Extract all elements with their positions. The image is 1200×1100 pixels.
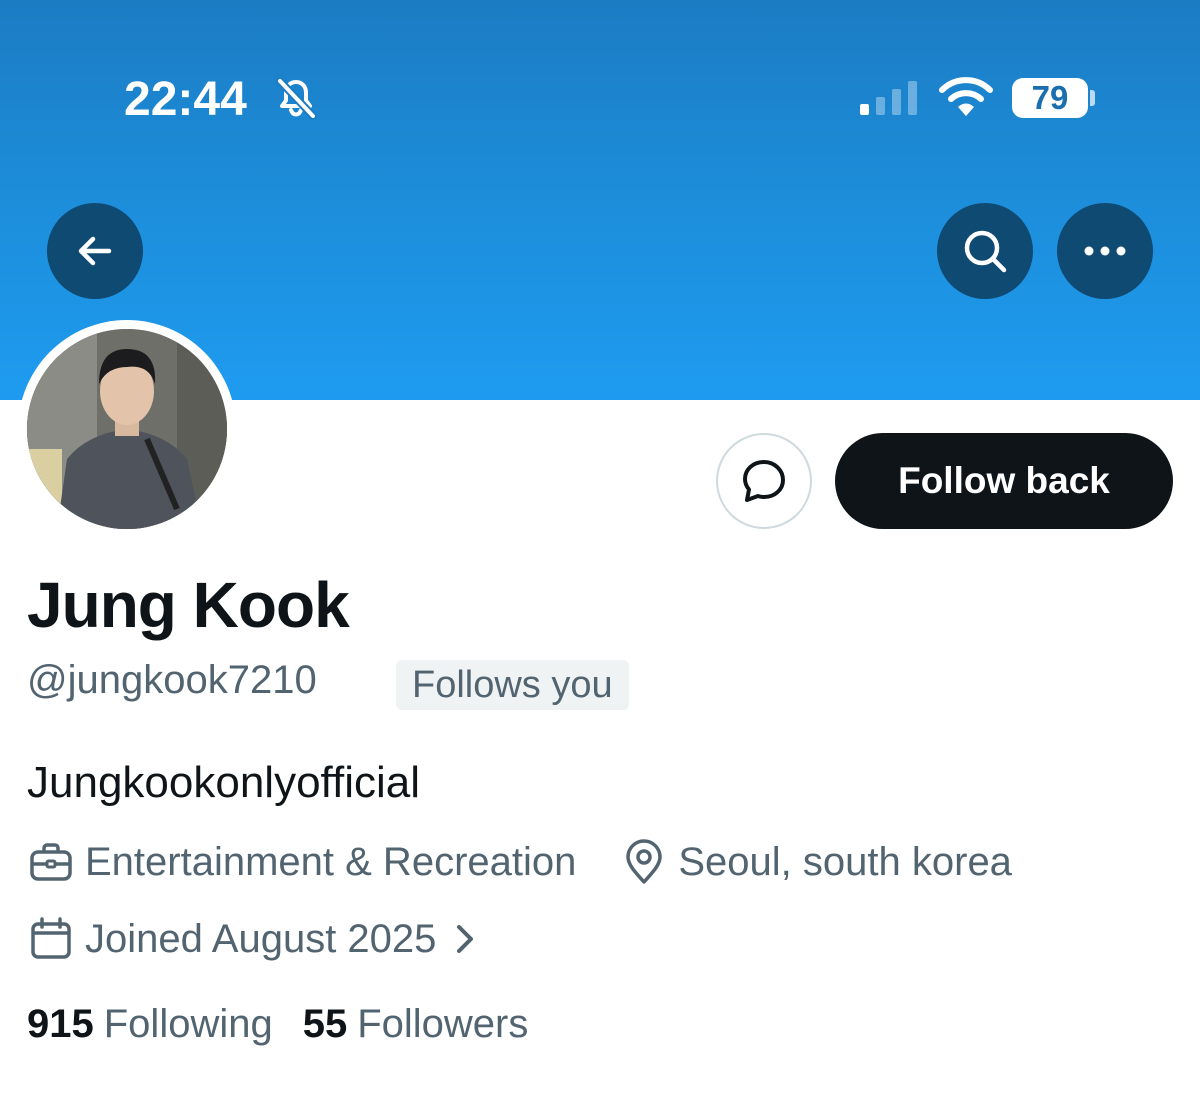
follow-back-button[interactable]: Follow back xyxy=(835,433,1173,529)
profile-category: Entertainment & Recreation xyxy=(85,839,577,884)
profile-location: Seoul, south korea xyxy=(678,839,1012,884)
back-button[interactable] xyxy=(47,203,143,299)
bell-slash-icon xyxy=(276,77,317,120)
more-options-button[interactable] xyxy=(1057,203,1153,299)
signal-bars-icon xyxy=(860,81,917,115)
followers-count: 55 xyxy=(302,1002,348,1046)
more-horizontal-icon xyxy=(1084,246,1126,256)
arrow-left-icon xyxy=(78,236,112,266)
bio: Jungkookonlyofficial xyxy=(27,758,420,807)
avatar-photo xyxy=(27,329,227,529)
following-link[interactable]: 915 Following xyxy=(27,1002,273,1047)
following-count: 915 xyxy=(27,1002,94,1046)
briefcase-icon xyxy=(30,843,72,881)
joined-date-link[interactable]: Joined August 2025 xyxy=(27,914,480,964)
search-button[interactable] xyxy=(937,203,1033,299)
calendar-icon xyxy=(31,917,71,959)
joined-date: Joined August 2025 xyxy=(85,916,437,961)
message-bubble-icon xyxy=(743,460,785,502)
profile-meta-row: Entertainment & Recreation Seoul, south … xyxy=(27,837,1012,887)
battery-icon: 79 xyxy=(1012,78,1088,118)
follow-stats: 915 Following 55 Followers xyxy=(27,1002,528,1047)
followers-link[interactable]: 55 Followers xyxy=(303,1002,529,1047)
battery-level: 79 xyxy=(1031,79,1069,116)
search-icon xyxy=(964,230,1007,273)
location-pin-icon xyxy=(626,839,663,884)
status-bar: 22:44 79 xyxy=(0,0,1200,190)
followers-label: Followers xyxy=(357,1002,529,1046)
chevron-right-icon xyxy=(457,925,474,953)
message-button[interactable] xyxy=(716,433,812,529)
status-time: 22:44 xyxy=(124,73,247,126)
handle: @jungkook7210 xyxy=(27,658,317,702)
wifi-icon xyxy=(939,77,993,116)
display-name: Jung Kook xyxy=(27,569,350,641)
battery-nub xyxy=(1090,90,1095,106)
avatar[interactable] xyxy=(27,329,227,529)
following-label: Following xyxy=(103,1002,273,1046)
follows-you-badge: Follows you xyxy=(396,660,629,710)
